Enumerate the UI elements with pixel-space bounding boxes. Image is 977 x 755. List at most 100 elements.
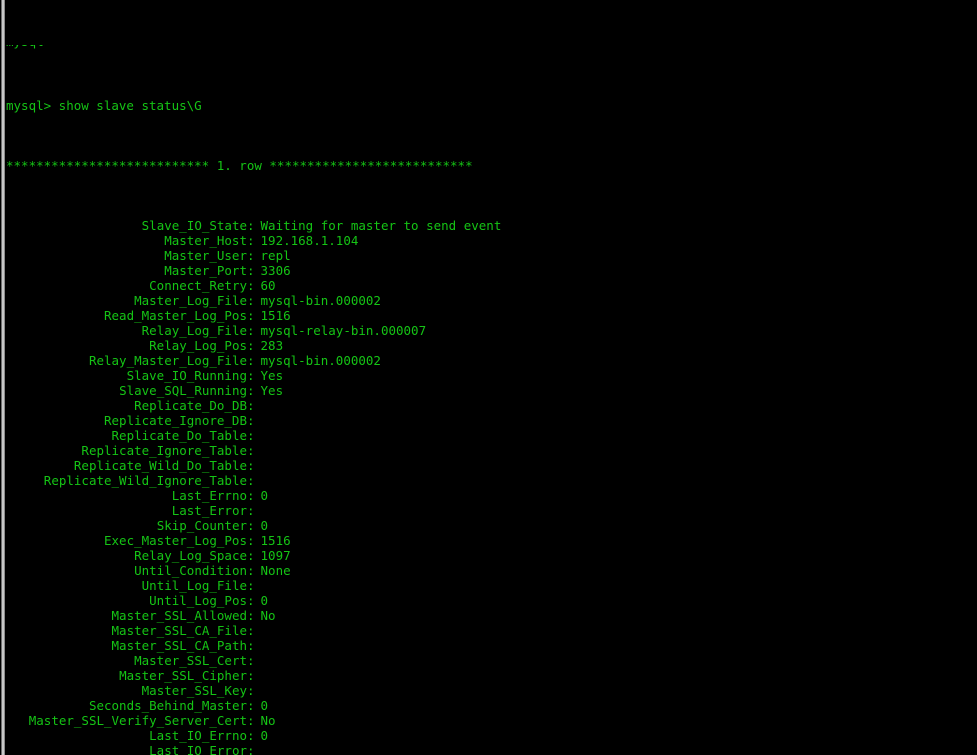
status-field-colon: : bbox=[247, 458, 255, 473]
status-field-label: Slave_IO_Running bbox=[126, 368, 247, 383]
status-field-row: Until_Condition: None bbox=[6, 563, 977, 578]
status-field-label: Seconds_Behind_Master bbox=[88, 698, 247, 713]
status-field-row: Master_Port: 3306 bbox=[6, 263, 977, 278]
status-field-label: Master_Port bbox=[164, 263, 247, 278]
status-field-value: mysql-bin.000002 bbox=[260, 353, 381, 368]
status-field-colon: : bbox=[247, 308, 255, 323]
status-field-row: Replicate_Wild_Do_Table: bbox=[6, 458, 977, 473]
status-field-colon: : bbox=[247, 398, 255, 413]
status-field-row: Slave_SQL_Running: Yes bbox=[6, 383, 977, 398]
status-field-value bbox=[255, 398, 261, 413]
status-field-label: Until_Log_File bbox=[141, 578, 247, 593]
status-field-label: Read_Master_Log_Pos bbox=[104, 308, 247, 323]
status-field-colon: : bbox=[247, 473, 255, 488]
status-field-value: Yes bbox=[260, 383, 284, 398]
status-field-label: Master_SSL_Allowed bbox=[111, 608, 247, 623]
status-field-row: Replicate_Ignore_Table: bbox=[6, 443, 977, 458]
status-field-row: Relay_Log_File: mysql-relay-bin.000007 bbox=[6, 323, 977, 338]
status-field-colon: : bbox=[247, 338, 255, 353]
command-text: mysql> show slave status\G bbox=[6, 98, 202, 113]
status-field-colon: : bbox=[247, 713, 255, 728]
status-field-row: Connect_Retry: 60 bbox=[6, 278, 977, 293]
status-field-label: Relay_Log_File bbox=[141, 323, 247, 338]
status-field-value bbox=[255, 638, 261, 653]
status-field-row: Master_SSL_Verify_Server_Cert: No bbox=[6, 713, 977, 728]
status-field-value: 0 bbox=[260, 593, 269, 608]
status-field-row: Last_Errno: 0 bbox=[6, 488, 977, 503]
status-field-colon: : bbox=[247, 218, 255, 233]
status-field-colon: : bbox=[247, 443, 255, 458]
status-field-label: Master_SSL_CA_Path bbox=[111, 638, 247, 653]
status-field-row: Master_Log_File: mysql-bin.000002 bbox=[6, 293, 977, 308]
row-separator-text: *************************** 1. row *****… bbox=[6, 158, 473, 173]
status-field-row: Replicate_Wild_Ignore_Table: bbox=[6, 473, 977, 488]
status-field-row: Replicate_Do_Table: bbox=[6, 428, 977, 443]
status-field-value bbox=[255, 578, 261, 593]
scrollbar-thumb[interactable] bbox=[1, 0, 5, 755]
terminal-output-area[interactable]: mysql> mysql> show slave status\G ******… bbox=[6, 0, 977, 755]
status-field-value: 0 bbox=[260, 728, 269, 743]
status-field-row: Last_Error: bbox=[6, 503, 977, 518]
status-field-colon: : bbox=[247, 533, 255, 548]
status-field-colon: : bbox=[247, 368, 255, 383]
status-field-value: 0 bbox=[260, 698, 269, 713]
status-field-row: Skip_Counter: 0 bbox=[6, 518, 977, 533]
partial-prompt-text: mysql> bbox=[6, 45, 51, 48]
status-field-row: Master_SSL_CA_File: bbox=[6, 623, 977, 638]
status-field-colon: : bbox=[247, 668, 255, 683]
status-field-value: 1516 bbox=[260, 533, 291, 548]
status-field-value: 3306 bbox=[260, 263, 291, 278]
status-field-value: No bbox=[260, 608, 276, 623]
status-field-label: Last_Errno bbox=[171, 488, 247, 503]
status-field-colon: : bbox=[247, 698, 255, 713]
status-field-value bbox=[255, 428, 261, 443]
status-field-colon: : bbox=[247, 683, 255, 698]
status-field-value: None bbox=[260, 563, 291, 578]
status-field-colon: : bbox=[247, 413, 255, 428]
status-field-colon: : bbox=[247, 503, 255, 518]
status-field-label: Until_Log_Pos bbox=[149, 593, 247, 608]
status-field-colon: : bbox=[247, 638, 255, 653]
status-field-value bbox=[255, 473, 261, 488]
status-field-colon: : bbox=[247, 548, 255, 563]
status-field-row: Last_IO_Error: bbox=[6, 743, 977, 755]
status-field-label: Replicate_Wild_Ignore_Table bbox=[43, 473, 247, 488]
status-field-colon: : bbox=[247, 263, 255, 278]
status-field-list: Slave_IO_State: Waiting for master to sen… bbox=[6, 218, 977, 755]
status-field-colon: : bbox=[247, 743, 255, 755]
status-field-label: Connect_Retry bbox=[149, 278, 247, 293]
status-field-label: Last_IO_Errno bbox=[149, 728, 247, 743]
status-field-label: Master_SSL_Key bbox=[141, 683, 247, 698]
status-field-value bbox=[255, 503, 261, 518]
status-field-colon: : bbox=[247, 233, 255, 248]
status-field-row: Replicate_Ignore_DB: bbox=[6, 413, 977, 428]
status-field-row: Read_Master_Log_Pos: 1516 bbox=[6, 308, 977, 323]
status-field-row: Until_Log_File: bbox=[6, 578, 977, 593]
status-field-label: Master_SSL_Verify_Server_Cert bbox=[28, 713, 247, 728]
status-field-value: 0 bbox=[260, 488, 269, 503]
status-field-colon: : bbox=[247, 518, 255, 533]
status-field-colon: : bbox=[247, 248, 255, 263]
status-field-label: Replicate_Do_DB bbox=[134, 398, 247, 413]
status-field-colon: : bbox=[247, 623, 255, 638]
status-field-row: Relay_Master_Log_File: mysql-bin.000002 bbox=[6, 353, 977, 368]
status-field-label: Last_IO_Error bbox=[149, 743, 247, 755]
status-field-row: Master_SSL_Cipher: bbox=[6, 668, 977, 683]
status-field-colon: : bbox=[247, 563, 255, 578]
status-field-label: Master_User bbox=[164, 248, 247, 263]
status-field-label: Until_Condition bbox=[134, 563, 247, 578]
status-field-colon: : bbox=[247, 728, 255, 743]
status-field-label: Exec_Master_Log_Pos bbox=[104, 533, 247, 548]
status-field-colon: : bbox=[247, 293, 255, 308]
status-field-value: 60 bbox=[260, 278, 276, 293]
status-field-colon: : bbox=[247, 428, 255, 443]
status-field-colon: : bbox=[247, 578, 255, 593]
status-field-row: Master_Host: 192.168.1.104 bbox=[6, 233, 977, 248]
status-field-colon: : bbox=[247, 653, 255, 668]
status-field-value: repl bbox=[260, 248, 291, 263]
partial-prompt-line: mysql> bbox=[6, 45, 977, 53]
status-field-row: Master_SSL_Key: bbox=[6, 683, 977, 698]
status-field-value: No bbox=[260, 713, 276, 728]
status-field-row: Seconds_Behind_Master: 0 bbox=[6, 698, 977, 713]
status-field-label: Relay_Log_Pos bbox=[149, 338, 247, 353]
